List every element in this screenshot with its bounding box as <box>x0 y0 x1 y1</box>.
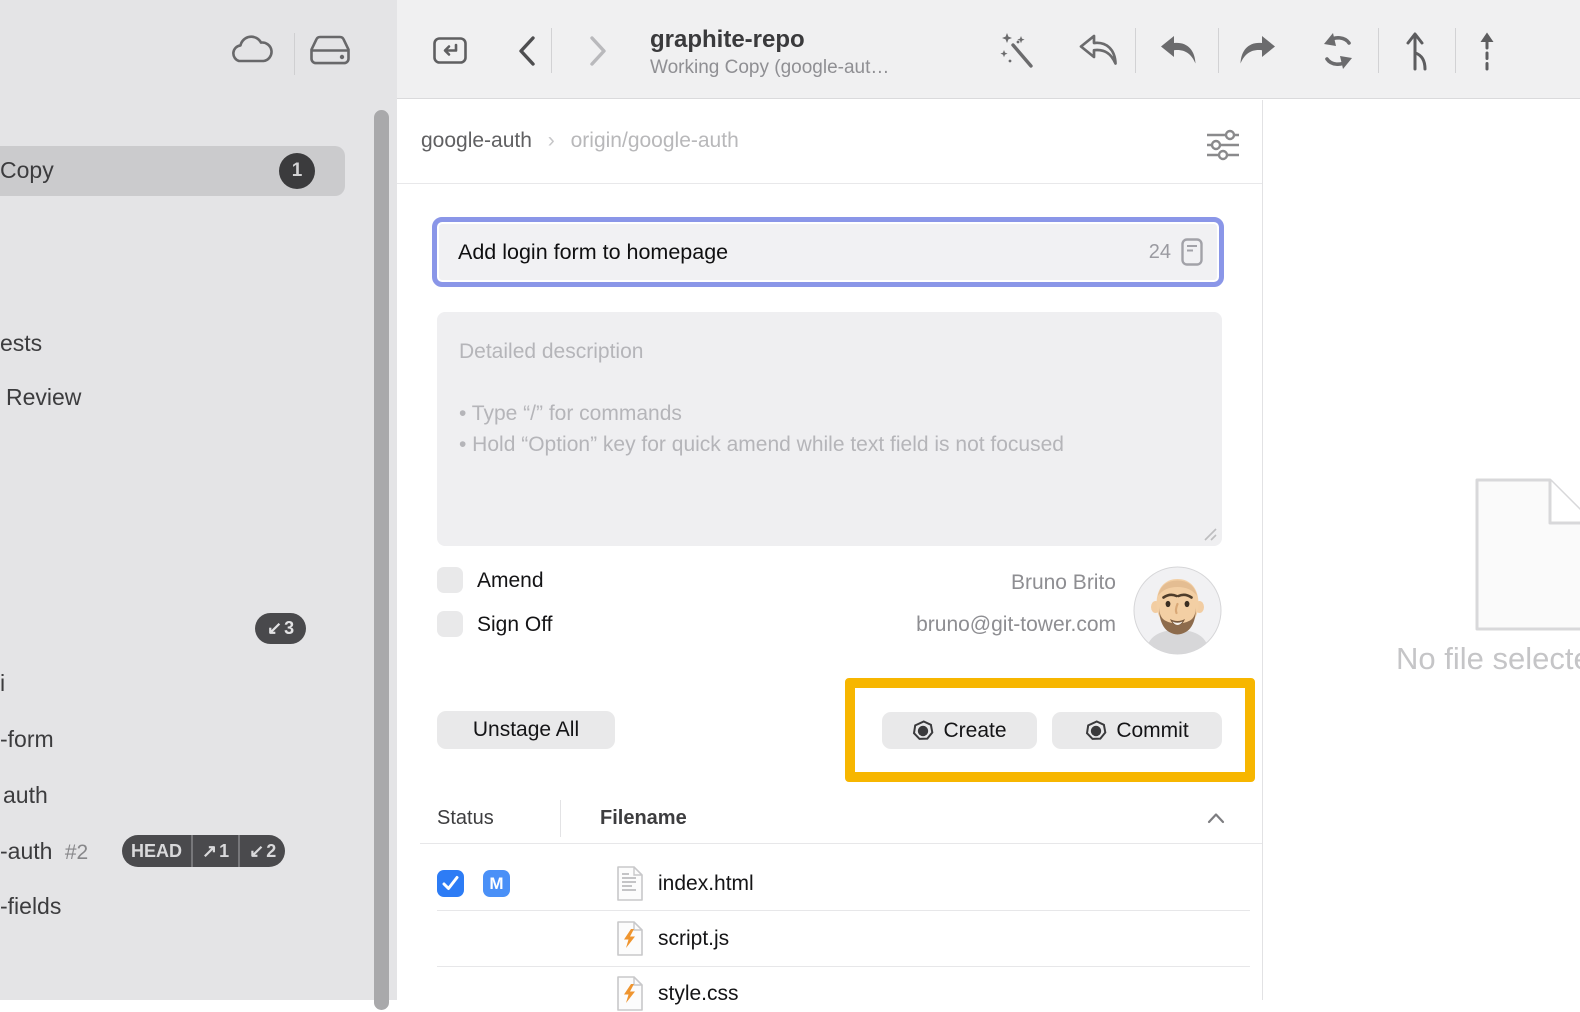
behind-count: 3 <box>284 618 294 639</box>
cloud-icon[interactable] <box>228 34 274 68</box>
resize-handle-icon[interactable] <box>1204 528 1217 541</box>
file-row-name[interactable]: script.js <box>658 927 729 951</box>
create-label: Create <box>943 719 1006 743</box>
description-hint-commands: • Type “/” for commands <box>459 398 1200 429</box>
signoff-label: Sign Off <box>477 613 553 637</box>
pull-icon[interactable] <box>1157 32 1201 70</box>
toolbar-divider <box>1455 28 1456 73</box>
css-file-icon <box>616 975 644 1012</box>
filename-column-header[interactable]: Filename <box>600 807 687 830</box>
unstage-all-label: Unstage All <box>473 718 579 742</box>
sidebar-scrollbar[interactable] <box>374 110 389 1010</box>
forward-icon[interactable] <box>585 34 611 68</box>
sidebar-item[interactable]: auth <box>3 782 48 809</box>
sidebar-item[interactable]: i <box>0 670 5 697</box>
avatar[interactable] <box>1133 566 1222 655</box>
ahead-segment: ↗ 1 <box>191 835 238 867</box>
character-count: 24 <box>1149 241 1171 264</box>
no-file-selected-message: No file selected <box>1396 641 1580 677</box>
amend-checkbox[interactable] <box>437 567 463 593</box>
toolbar-divider <box>1378 28 1379 73</box>
window-title-block: graphite-repo Working Copy (google-aut… <box>650 26 889 79</box>
repo-title: graphite-repo <box>650 26 889 54</box>
sidebar-item-label: Copy <box>0 157 54 184</box>
push-dashed-icon[interactable] <box>1475 29 1499 73</box>
commit-subject-input[interactable]: Add login form to homepage 24 <box>432 217 1224 287</box>
sidebar-item-current-branch[interactable]: -auth #2 <box>0 838 88 865</box>
ahead-arrow-icon: ↗ <box>202 841 217 862</box>
ahead-count: 1 <box>219 841 229 862</box>
working-copy-count-badge: 1 <box>279 153 315 189</box>
toolbar-divider <box>1218 28 1219 73</box>
back-icon[interactable] <box>514 34 540 68</box>
breadcrumb-chevron-icon: › <box>548 129 555 152</box>
sidebar-item[interactable]: -form <box>0 726 54 753</box>
unstage-all-button[interactable]: Unstage All <box>437 711 615 749</box>
head-badge: HEAD ↗ 1 ↙ 2 <box>122 835 285 867</box>
breadcrumb-current-branch[interactable]: google-auth <box>421 129 532 152</box>
repo-subtitle: Working Copy (google-aut… <box>650 57 889 79</box>
description-placeholder-title: Detailed description <box>459 336 1200 367</box>
subject-history-icon[interactable] <box>1181 238 1203 266</box>
local-device-icon[interactable] <box>308 33 352 69</box>
toolbar-divider <box>1135 28 1136 73</box>
file-row-name[interactable]: index.html <box>658 872 754 896</box>
column-divider[interactable] <box>560 800 561 837</box>
breadcrumb[interactable]: google-auth › origin/google-auth <box>421 129 739 153</box>
fetch-sync-icon[interactable] <box>1315 30 1361 72</box>
branch-number: #2 <box>65 841 88 864</box>
main-toolbar: graphite-repo Working Copy (google-aut… <box>397 0 1580 99</box>
commit-button[interactable]: Commit <box>1052 712 1222 749</box>
status-column-header[interactable]: Status <box>437 807 494 830</box>
sidebar-item[interactable]: ests <box>0 330 42 357</box>
html-file-icon <box>616 865 644 902</box>
sidebar: Copy 1 ests Review ↙ 3 i -form auth -aut… <box>0 0 397 1000</box>
filter-options-icon[interactable] <box>1203 129 1243 161</box>
discard-icon[interactable] <box>1077 32 1121 70</box>
behind-arrow-icon: ↙ <box>267 618 282 639</box>
modified-status-badge: M <box>483 870 510 897</box>
graphite-logo-icon <box>912 720 934 742</box>
sidebar-item[interactable]: Review <box>6 384 81 411</box>
commit-label: Commit <box>1116 719 1188 743</box>
description-hint-amend: • Hold “Option” key for quick amend whil… <box>459 429 1200 460</box>
author-name: Bruno Brito <box>800 571 1116 595</box>
signoff-checkbox[interactable] <box>437 611 463 637</box>
behind-arrow-icon: ↙ <box>249 841 264 862</box>
branch-label: -auth <box>0 838 52 864</box>
toolbar-divider <box>551 28 552 73</box>
behind-segment: ↙ 2 <box>238 835 285 867</box>
sidebar-top-divider <box>294 33 295 75</box>
behind-count: 2 <box>266 841 276 862</box>
magic-wand-icon[interactable] <box>997 30 1039 72</box>
stage-checkbox-checked[interactable] <box>437 870 464 897</box>
branch-breadcrumb-bar: google-auth › origin/google-auth <box>397 100 1262 184</box>
sort-direction-icon[interactable] <box>1206 812 1226 824</box>
open-repository-icon[interactable] <box>431 31 469 69</box>
push-icon[interactable] <box>1235 32 1279 70</box>
create-button[interactable]: Create <box>882 712 1037 749</box>
file-row-name[interactable]: style.css <box>658 982 739 1006</box>
breadcrumb-target-branch[interactable]: origin/google-auth <box>571 129 739 152</box>
graphite-logo-icon <box>1085 720 1107 742</box>
sidebar-item[interactable]: -fields <box>0 893 61 920</box>
js-file-icon <box>616 920 644 957</box>
behind-count-badge: ↙ 3 <box>255 613 306 644</box>
no-file-document-icon <box>1474 477 1580 632</box>
amend-label: Amend <box>477 569 544 593</box>
merge-branch-icon[interactable] <box>1403 29 1433 73</box>
head-label: HEAD <box>122 835 191 867</box>
commit-subject-value: Add login form to homepage <box>458 240 1149 265</box>
author-email: bruno@git-tower.com <box>800 613 1116 637</box>
commit-description-textarea[interactable]: Detailed description • Type “/” for comm… <box>437 312 1222 546</box>
